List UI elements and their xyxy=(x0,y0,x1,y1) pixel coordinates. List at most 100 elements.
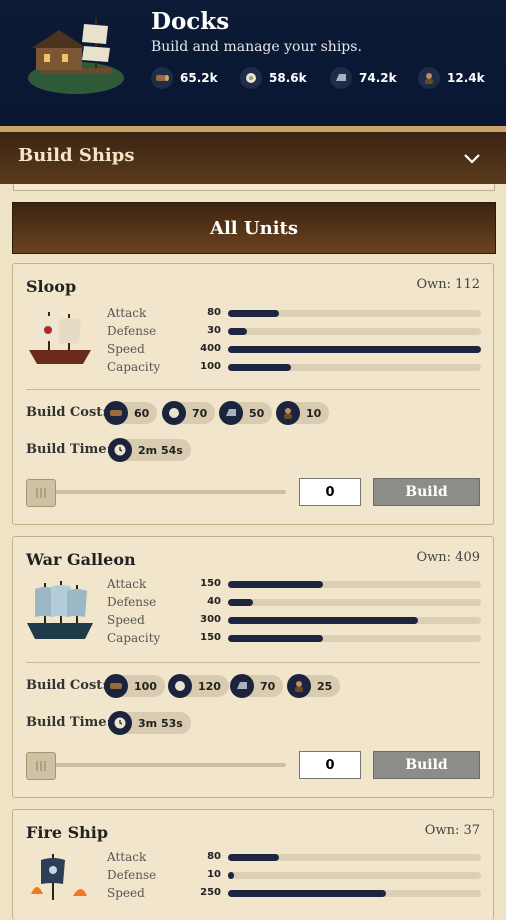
cost-value: 60 xyxy=(134,406,150,420)
cost-wood: 100 xyxy=(104,674,165,698)
stat-attack: Attack 80 xyxy=(107,304,481,322)
slider-track xyxy=(26,763,286,767)
tab-all-units[interactable]: All Units xyxy=(12,202,496,254)
iron-icon xyxy=(230,674,254,698)
resource-iron: 74.2k xyxy=(330,67,397,89)
resource-value: 74.2k xyxy=(359,71,397,85)
docks-building-icon xyxy=(28,18,124,94)
tab-label: All Units xyxy=(210,217,298,239)
stat-label: Speed xyxy=(107,613,145,627)
cost-value: 25 xyxy=(317,679,333,693)
iron-icon xyxy=(219,401,243,425)
wood-icon xyxy=(104,401,128,425)
quantity-input[interactable] xyxy=(299,751,361,779)
build-time-label: Build Time: xyxy=(26,715,112,730)
stat-bar-fill xyxy=(228,364,292,371)
stat-label: Attack xyxy=(107,850,147,864)
ship-name: War Galleon xyxy=(26,550,136,569)
stat-bar xyxy=(228,328,481,335)
quantity-slider[interactable] xyxy=(26,479,286,507)
resource-wood: 65.2k xyxy=(151,67,218,89)
ship-owned-count: Own: 112 xyxy=(416,277,480,292)
build-button-label: Build xyxy=(405,484,448,500)
stat-bar-fill xyxy=(228,310,279,317)
stat-value: 40 xyxy=(207,596,221,607)
stat-speed: Speed 250 xyxy=(107,884,481,902)
stat-value: 250 xyxy=(200,887,221,898)
stat-label: Capacity xyxy=(107,631,161,645)
ship-card-war-galleon: War Galleon Own: 409 Attack 150 Defense … xyxy=(12,536,494,798)
cost-crew: 10 xyxy=(276,401,330,425)
section-title: Build Ships xyxy=(18,145,135,166)
cost-value: 70 xyxy=(192,406,208,420)
stat-value: 100 xyxy=(200,361,221,372)
build-time-value: 2m 54s xyxy=(138,443,183,457)
stat-value: 150 xyxy=(200,578,221,589)
crew-icon xyxy=(287,674,311,698)
build-button-label: Build xyxy=(405,757,448,773)
stat-label: Attack xyxy=(107,306,147,320)
cost-value: 50 xyxy=(249,406,265,420)
ship-name: Sloop xyxy=(26,277,77,296)
stat-capacity: Capacity 150 xyxy=(107,629,481,647)
stat-value: 30 xyxy=(207,325,221,336)
quantity-input[interactable] xyxy=(299,478,361,506)
stat-bar-fill xyxy=(228,890,387,897)
stat-bar xyxy=(228,310,481,317)
stat-bar-fill xyxy=(228,872,235,879)
crew-icon xyxy=(276,401,300,425)
clock-icon xyxy=(108,711,132,735)
stat-value: 400 xyxy=(200,343,221,354)
war-galleon-ship-icon xyxy=(27,581,93,639)
stat-label: Defense xyxy=(107,868,157,882)
resource-value: 65.2k xyxy=(180,71,218,85)
build-cost-label: Build Cost: xyxy=(26,405,108,420)
build-time: 3m 53s xyxy=(108,711,191,735)
cost-value: 10 xyxy=(306,406,322,420)
cloth-icon xyxy=(162,401,186,425)
stat-bar xyxy=(228,617,481,624)
stat-defense: Defense 30 xyxy=(107,322,481,340)
stat-bar-fill xyxy=(228,854,279,861)
stat-bar-fill xyxy=(228,617,418,624)
stat-speed: Speed 400 xyxy=(107,340,481,358)
cost-value: 120 xyxy=(198,679,221,693)
stat-value: 300 xyxy=(200,614,221,625)
stat-speed: Speed 300 xyxy=(107,611,481,629)
stat-value: 80 xyxy=(207,851,221,862)
slider-handle[interactable] xyxy=(26,752,56,780)
cloth-icon xyxy=(240,67,262,89)
stat-bar-fill xyxy=(228,599,254,606)
stat-bar-fill xyxy=(228,328,247,335)
stat-attack: Attack 150 xyxy=(107,575,481,593)
cost-iron: 70 xyxy=(230,674,284,698)
build-time: 2m 54s xyxy=(108,438,191,462)
stat-label: Defense xyxy=(107,595,157,609)
clock-icon xyxy=(108,438,132,462)
wood-icon xyxy=(104,674,128,698)
stat-bar xyxy=(228,635,481,642)
stat-attack: Attack 80 xyxy=(107,848,481,866)
stat-bar xyxy=(228,854,481,861)
build-cost-label: Build Cost: xyxy=(26,678,108,693)
cost-crew: 25 xyxy=(287,674,341,698)
divider xyxy=(26,389,480,390)
build-ships-section[interactable]: Build Ships xyxy=(0,132,506,184)
resource-value: 58.6k xyxy=(269,71,307,85)
slider-handle[interactable] xyxy=(26,479,56,507)
iron-icon xyxy=(330,67,352,89)
build-button[interactable]: Build xyxy=(373,478,480,506)
build-button[interactable]: Build xyxy=(373,751,480,779)
slider-track xyxy=(26,490,286,494)
stat-defense: Defense 40 xyxy=(107,593,481,611)
stat-bar-fill xyxy=(228,635,323,642)
chevron-down-icon[interactable] xyxy=(462,148,482,168)
page-title: Docks xyxy=(151,8,230,35)
crew-icon xyxy=(418,67,440,89)
quantity-slider[interactable] xyxy=(26,752,286,780)
stat-bar xyxy=(228,599,481,606)
build-time-value: 3m 53s xyxy=(138,716,183,730)
stat-bar xyxy=(228,581,481,588)
stat-bar xyxy=(228,346,481,353)
cloth-icon xyxy=(168,674,192,698)
